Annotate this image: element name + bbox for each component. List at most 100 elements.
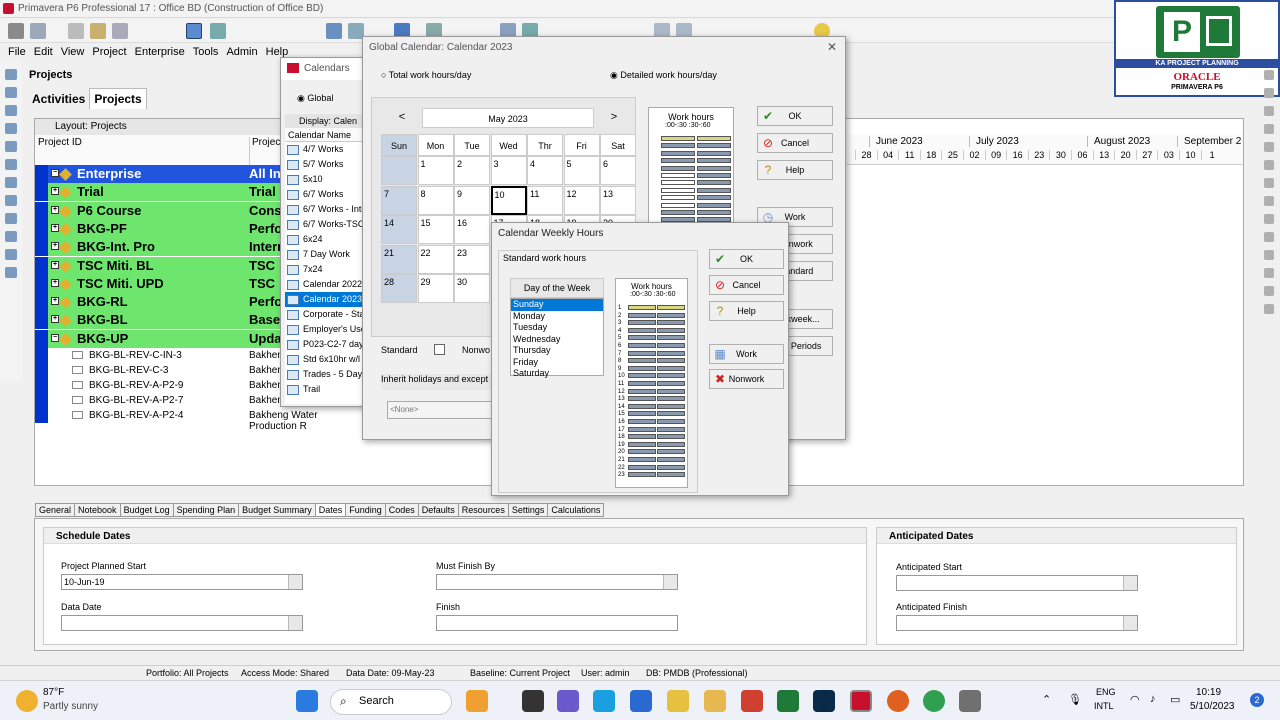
menu-enterprise[interactable]: Enterprise bbox=[135, 46, 185, 58]
weekly-hour-slot[interactable] bbox=[657, 365, 685, 371]
weather-icon[interactable] bbox=[16, 690, 38, 712]
menu-edit[interactable]: Edit bbox=[34, 46, 53, 58]
expand-icon[interactable]: + bbox=[51, 205, 59, 214]
global-radio[interactable]: ◉ Global bbox=[297, 93, 333, 104]
calendar-day[interactable] bbox=[381, 156, 417, 185]
project-row[interactable]: BKG-BL-REV-A-P2-4 Bakheng Water Productio… bbox=[35, 408, 365, 432]
level-icon[interactable] bbox=[1264, 214, 1274, 224]
expand-icon[interactable]: + bbox=[51, 315, 59, 324]
chrome-icon[interactable] bbox=[923, 690, 945, 712]
tab-spending-plan[interactable]: Spending Plan bbox=[172, 503, 240, 517]
calendar-day[interactable]: 10 bbox=[490, 185, 527, 215]
calendar-day[interactable]: 22 bbox=[417, 244, 454, 274]
weekly-hour-slot[interactable] bbox=[657, 335, 685, 341]
day-of-week-item[interactable]: Sunday bbox=[511, 299, 603, 311]
calendar-picker-icon[interactable] bbox=[288, 575, 302, 589]
expenses-icon[interactable] bbox=[5, 267, 17, 278]
col-project-id[interactable]: Project ID bbox=[38, 137, 82, 148]
work-hour-slot[interactable] bbox=[661, 173, 695, 178]
weekly-hour-slot[interactable] bbox=[657, 388, 685, 394]
pdf-icon[interactable] bbox=[741, 690, 763, 712]
photoshop-icon[interactable] bbox=[813, 690, 835, 712]
weather-temp[interactable]: 87°F bbox=[43, 687, 64, 698]
menu-view[interactable]: View bbox=[61, 46, 85, 58]
weekly-hour-slot[interactable] bbox=[657, 464, 685, 470]
wbs-icon[interactable] bbox=[5, 105, 17, 116]
weekly-hour-slot[interactable] bbox=[628, 335, 656, 341]
view-toggle-icon[interactable] bbox=[186, 23, 202, 39]
work-hour-slot[interactable] bbox=[697, 210, 731, 215]
weekly-hour-slot[interactable] bbox=[628, 365, 656, 371]
calendar-day[interactable]: 11 bbox=[527, 185, 563, 215]
calendar-day[interactable]: 15 bbox=[417, 215, 454, 244]
assign-icon[interactable] bbox=[1264, 160, 1274, 170]
expand-icon[interactable]: + bbox=[51, 278, 59, 287]
copy-icon[interactable] bbox=[90, 23, 106, 39]
projects-icon[interactable] bbox=[5, 69, 17, 80]
teams-icon[interactable] bbox=[557, 690, 579, 712]
primavera-taskbar-icon[interactable] bbox=[850, 690, 872, 712]
day-of-week-item[interactable]: Thursday bbox=[511, 345, 603, 357]
calendar-day[interactable]: 30 bbox=[454, 274, 490, 303]
tab-budget-log[interactable]: Budget Log bbox=[119, 503, 174, 517]
summarize-icon[interactable] bbox=[1264, 232, 1274, 242]
ellipsis-icon[interactable] bbox=[1123, 616, 1137, 630]
tab-resources[interactable]: Resources bbox=[457, 503, 509, 517]
calendar-day[interactable]: 2 bbox=[454, 156, 490, 185]
volume-icon[interactable]: ♪ bbox=[1150, 693, 1156, 705]
weekly-hour-slot[interactable] bbox=[628, 327, 656, 333]
filter-icon[interactable] bbox=[210, 23, 226, 39]
inherit-dropdown[interactable]: <None> bbox=[387, 401, 497, 419]
work-hour-slot[interactable] bbox=[697, 180, 731, 186]
expand-icon[interactable]: − bbox=[51, 333, 59, 342]
day-of-week-item[interactable]: Saturday bbox=[511, 368, 603, 380]
work-hour-slot[interactable] bbox=[697, 158, 731, 164]
firefox-icon[interactable] bbox=[887, 690, 909, 712]
calendar-day[interactable]: 28 bbox=[381, 274, 417, 303]
weekly-hour-slot[interactable] bbox=[657, 358, 685, 364]
expand-icon[interactable]: + bbox=[51, 223, 59, 232]
weekly-hour-slot[interactable] bbox=[628, 320, 656, 326]
finish-field[interactable] bbox=[436, 615, 678, 631]
file-explorer-icon[interactable] bbox=[667, 690, 689, 712]
task-view-icon[interactable] bbox=[522, 690, 544, 712]
tab-projects[interactable]: Projects bbox=[89, 88, 147, 109]
next-month-button[interactable]: > bbox=[594, 108, 634, 128]
weekly-ok-button[interactable]: ✔ OK bbox=[709, 249, 784, 269]
calendar-day[interactable]: 5 bbox=[563, 156, 600, 185]
menu-tools[interactable]: Tools bbox=[193, 46, 219, 58]
schedule-icon[interactable] bbox=[1264, 196, 1274, 206]
calendar-day[interactable]: 23 bbox=[454, 244, 490, 274]
work-hour-slot[interactable] bbox=[661, 158, 695, 164]
work-hour-slot[interactable] bbox=[697, 136, 731, 141]
calendar-day[interactable]: 14 bbox=[381, 215, 417, 244]
reports-icon[interactable] bbox=[5, 159, 17, 170]
mail-icon[interactable] bbox=[630, 690, 652, 712]
data-date-field[interactable] bbox=[61, 615, 303, 631]
weekly-hour-slot[interactable] bbox=[657, 305, 685, 310]
weekly-hour-slot[interactable] bbox=[628, 381, 656, 386]
planned-start-field[interactable]: 10-Jun-19 bbox=[61, 574, 303, 590]
weekly-hour-slot[interactable] bbox=[657, 350, 685, 356]
calendar-day[interactable]: 29 bbox=[417, 274, 454, 303]
day-of-week-item[interactable]: Friday bbox=[511, 357, 603, 369]
weekly-hour-slot[interactable] bbox=[657, 312, 685, 318]
move-up-icon[interactable] bbox=[1264, 268, 1274, 278]
calendar-day[interactable]: 1 bbox=[417, 156, 454, 185]
tab-activities[interactable]: Activities bbox=[28, 89, 89, 109]
widgets-icon[interactable] bbox=[466, 690, 488, 712]
paste-icon[interactable] bbox=[112, 23, 128, 39]
thresholds-icon[interactable] bbox=[5, 213, 17, 224]
clock-time[interactable]: 10:19 bbox=[1196, 687, 1221, 698]
weekly-work-button[interactable]: ▦ Work bbox=[709, 344, 784, 364]
resources-icon[interactable] bbox=[5, 141, 17, 152]
baseline-icon[interactable] bbox=[1264, 178, 1274, 188]
weekly-hour-slot[interactable] bbox=[628, 358, 656, 364]
tab-calculations[interactable]: Calculations bbox=[547, 503, 605, 517]
activities-icon[interactable] bbox=[5, 123, 17, 134]
language-layout[interactable]: INTL bbox=[1094, 701, 1114, 711]
calendar-day[interactable]: 8 bbox=[417, 185, 454, 215]
paste-side-icon[interactable] bbox=[1264, 142, 1274, 152]
calendar-day[interactable]: 13 bbox=[600, 185, 636, 215]
weekly-hour-slot[interactable] bbox=[628, 457, 656, 462]
